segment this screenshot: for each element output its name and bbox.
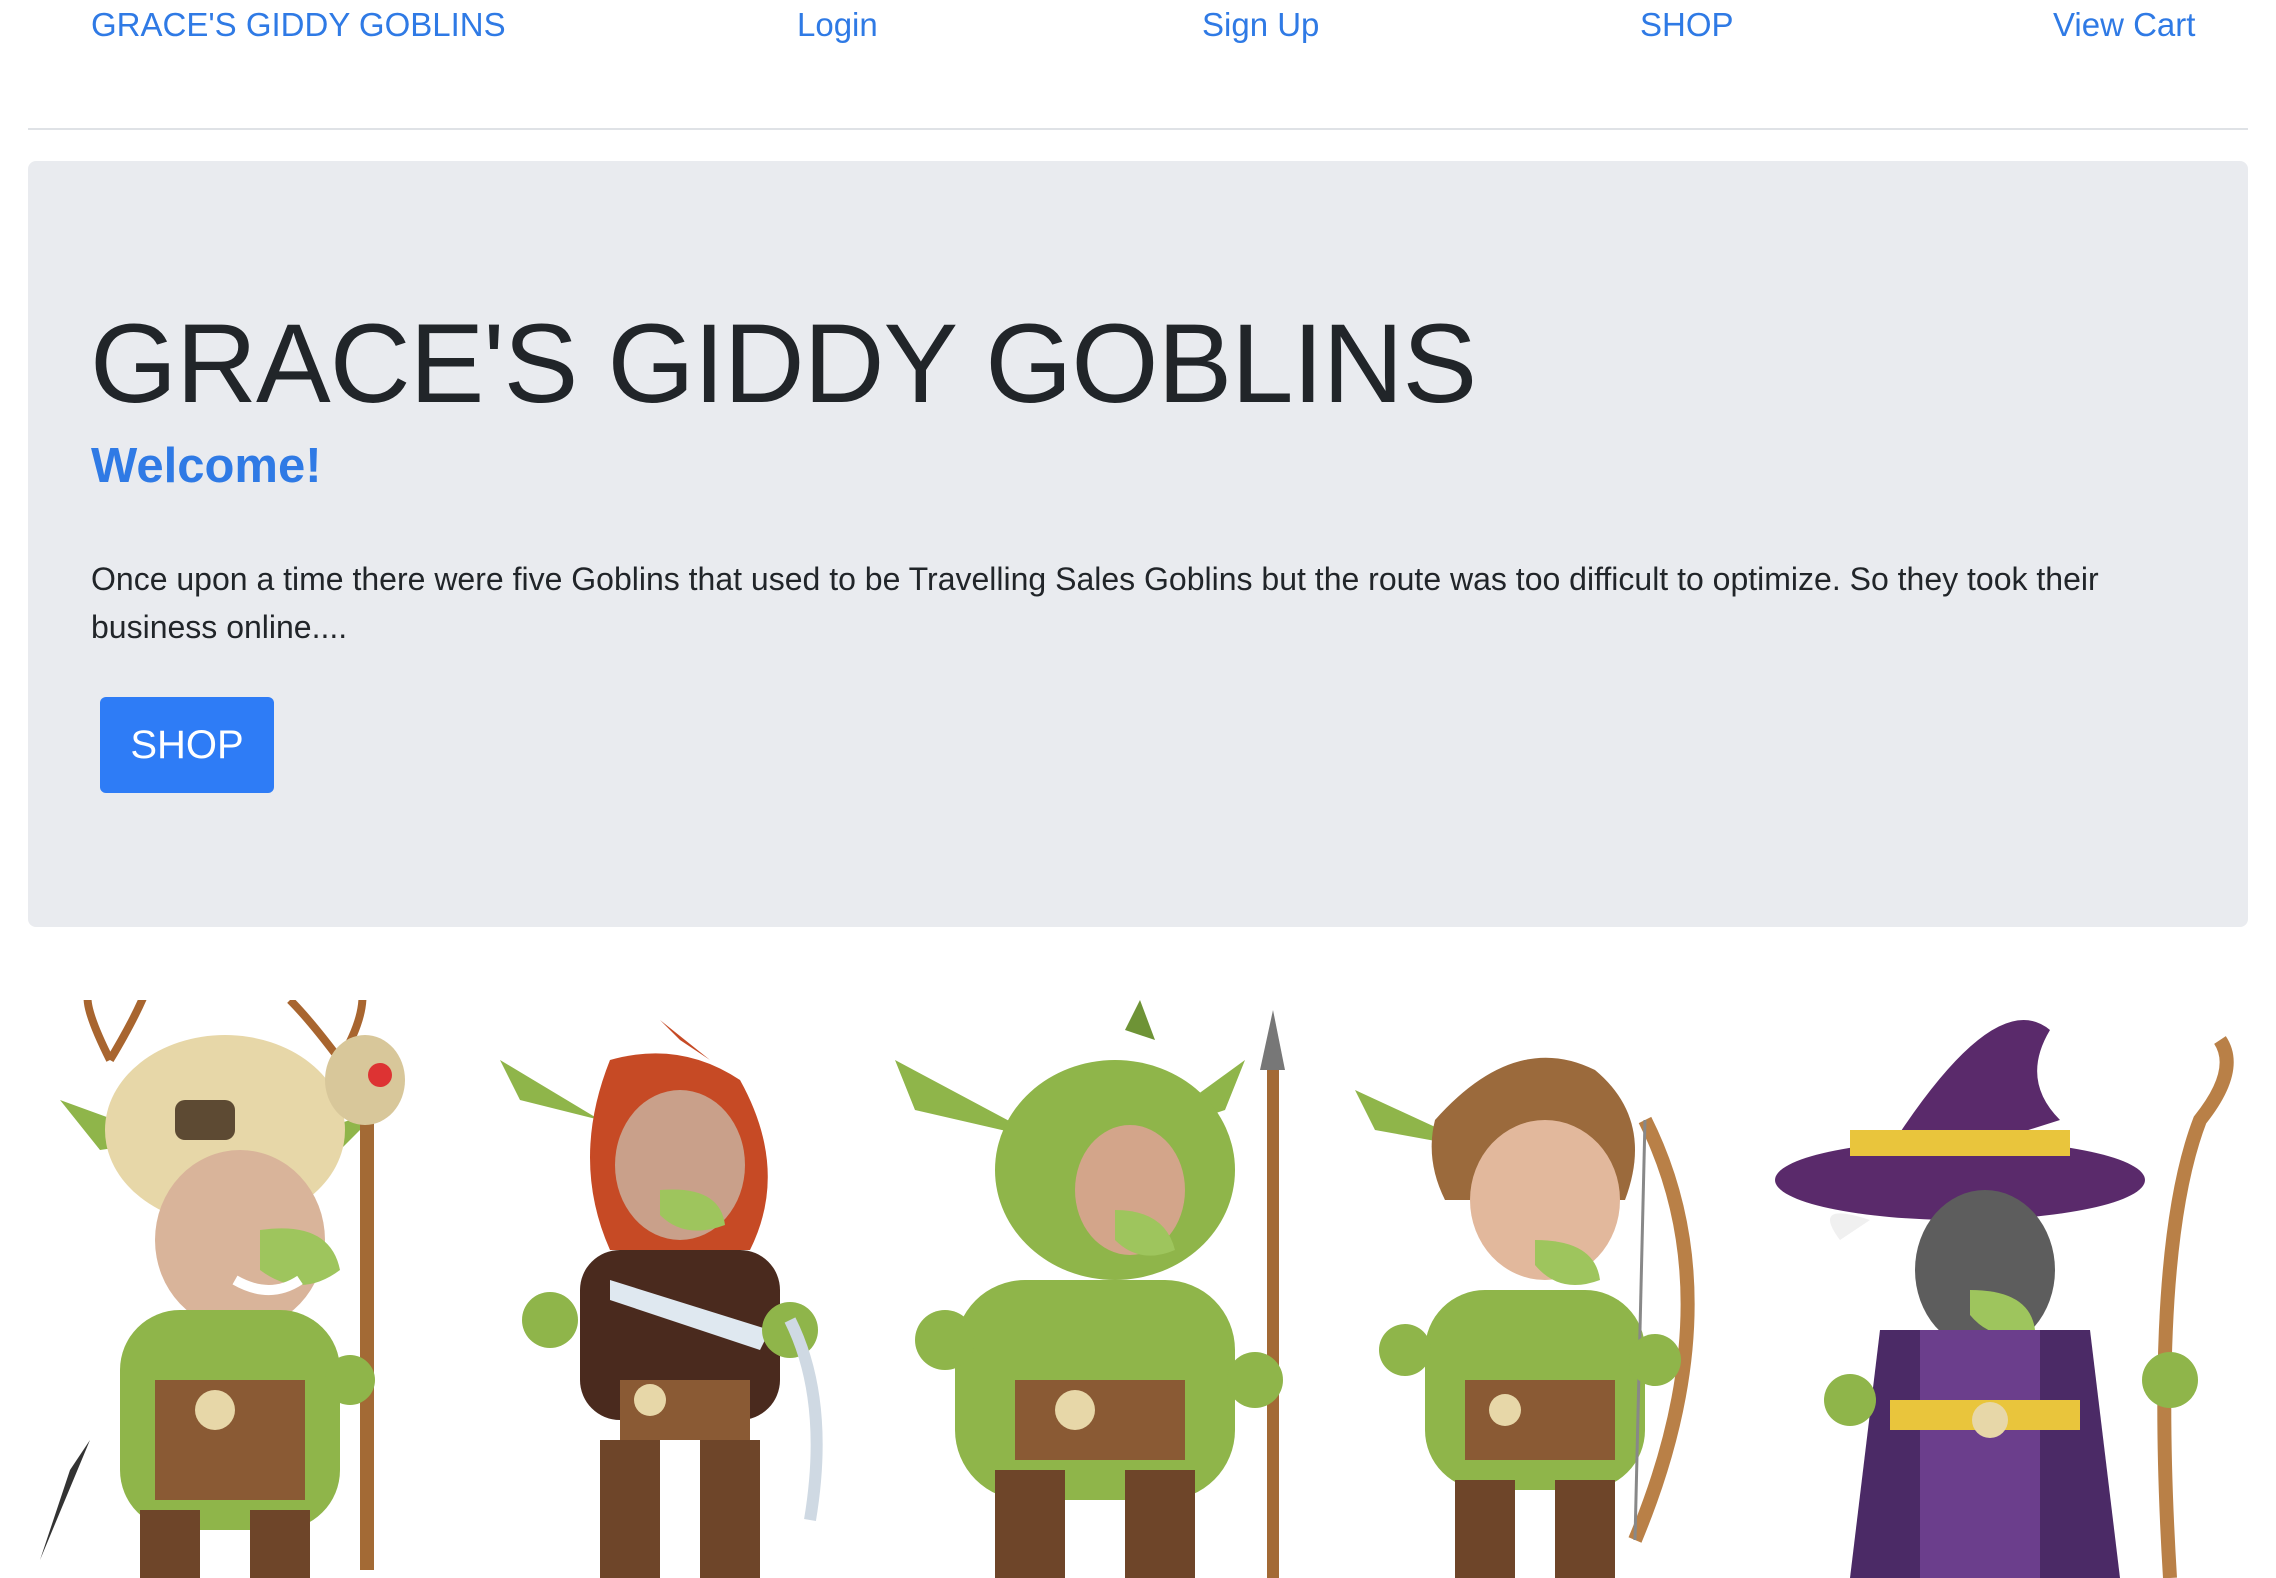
spear-warrior-goblin-image xyxy=(895,1000,1285,1578)
hooded-rogue-goblin-image xyxy=(500,1020,823,1578)
archer-goblin-image xyxy=(1355,1057,1695,1578)
story-paragraph: Once upon a time there were five Goblins… xyxy=(91,561,2099,645)
hero-jumbotron: GRACE'S GIDDY GOBLINS Welcome! Once upon… xyxy=(28,161,2248,927)
top-nav: GRACE'S GIDDY GOBLINS Login Sign Up SHOP… xyxy=(0,0,2276,128)
skull-shaman-goblin-image xyxy=(40,1000,405,1578)
nav-login-link[interactable]: Login xyxy=(797,6,878,44)
nav-divider xyxy=(28,128,2248,130)
shop-button[interactable]: SHOP xyxy=(100,697,274,793)
hero-title: GRACE'S GIDDY GOBLINS xyxy=(90,301,1477,426)
nav-view-cart-link[interactable]: View Cart xyxy=(2053,6,2195,44)
nav-shop-link[interactable]: SHOP xyxy=(1640,6,1734,44)
nav-signup-link[interactable]: Sign Up xyxy=(1202,6,1319,44)
goblin-gallery xyxy=(0,1000,2276,1578)
nav-brand-link[interactable]: GRACE'S GIDDY GOBLINS xyxy=(91,6,506,44)
wizard-goblin-image xyxy=(1775,1020,2234,1578)
welcome-heading: Welcome! xyxy=(91,439,322,493)
